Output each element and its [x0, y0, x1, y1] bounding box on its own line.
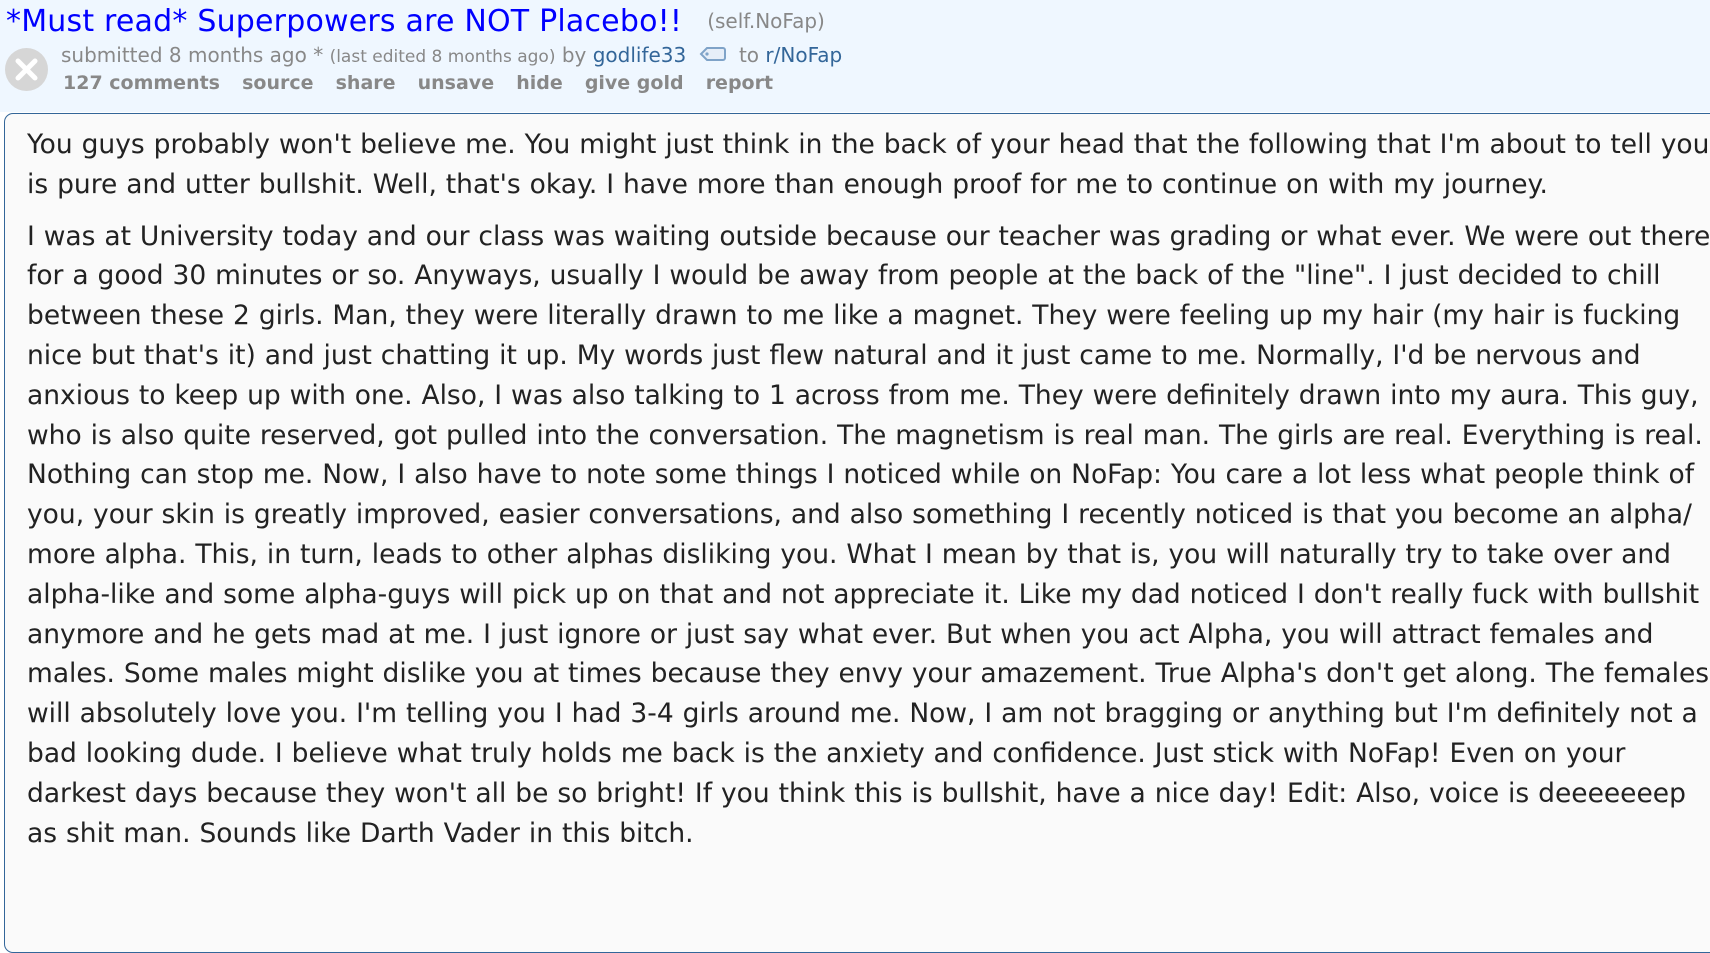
- submitted-prefix: submitted: [61, 43, 163, 67]
- post-buttons: 127 comments source share unsave hide gi…: [63, 72, 790, 94]
- post-header: *Must read* Superpowers are NOT Placebo!…: [0, 0, 1710, 112]
- to-label: to: [738, 43, 760, 67]
- give-gold-button[interactable]: give gold: [585, 72, 684, 94]
- submitted-age: 8 months ago: [168, 43, 307, 67]
- comments-button[interactable]: 127 comments: [63, 72, 220, 94]
- edited-marker: *: [313, 43, 324, 67]
- tag-icon[interactable]: [699, 43, 727, 67]
- selftext-body: You guys probably won't believe me. You …: [4, 113, 1710, 953]
- source-button[interactable]: source: [242, 72, 313, 94]
- author-link[interactable]: godlife33: [593, 43, 687, 67]
- selftext-paragraph-1: You guys probably won't believe me. You …: [27, 129, 1710, 200]
- share-button[interactable]: share: [336, 72, 396, 94]
- selftext-paragraph-2: I was at University today and our class …: [27, 220, 1710, 849]
- edited-note: (last edited 8 months ago): [329, 47, 556, 67]
- by-label: by: [561, 43, 587, 67]
- report-button[interactable]: report: [706, 72, 773, 94]
- subreddit-link[interactable]: r/NoFap: [765, 43, 842, 67]
- hide-button[interactable]: hide: [516, 72, 563, 94]
- post-tagline: submitted 8 months ago * (last edited 8 …: [61, 43, 842, 69]
- post-title-row: *Must read* Superpowers are NOT Placebo!…: [6, 4, 825, 39]
- post-domain[interactable]: (self.NoFap): [707, 9, 825, 33]
- post-title-link[interactable]: *Must read* Superpowers are NOT Placebo!…: [6, 4, 682, 39]
- x-circle-icon[interactable]: [5, 48, 48, 91]
- unsave-button[interactable]: unsave: [418, 72, 494, 94]
